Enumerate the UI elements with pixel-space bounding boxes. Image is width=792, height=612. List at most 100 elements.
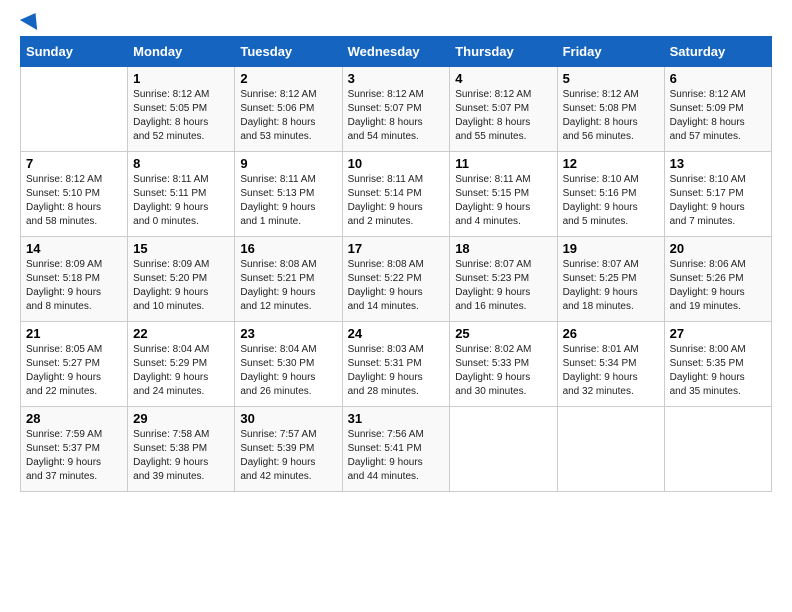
day-number: 4 xyxy=(455,71,551,86)
cell-1-5: 12 Sunrise: 8:10 AM Sunset: 5:16 PM Dayli… xyxy=(557,152,664,237)
day-number: 20 xyxy=(670,241,766,256)
header-sunday: Sunday xyxy=(21,37,128,67)
day-number: 6 xyxy=(670,71,766,86)
cell-1-2: 9 Sunrise: 8:11 AM Sunset: 5:13 PM Daylig… xyxy=(235,152,342,237)
day-number: 18 xyxy=(455,241,551,256)
cell-0-5: 5 Sunrise: 8:12 AM Sunset: 5:08 PM Daylig… xyxy=(557,67,664,152)
week-row-5: 28 Sunrise: 7:59 AM Sunset: 5:37 PM Dayli… xyxy=(21,407,772,492)
cell-0-4: 4 Sunrise: 8:12 AM Sunset: 5:07 PM Daylig… xyxy=(450,67,557,152)
cell-2-2: 16 Sunrise: 8:08 AM Sunset: 5:21 PM Dayli… xyxy=(235,237,342,322)
day-info: Sunrise: 8:12 AM Sunset: 5:07 PM Dayligh… xyxy=(348,88,445,144)
day-info: Sunrise: 8:10 AM Sunset: 5:17 PM Dayligh… xyxy=(670,173,766,229)
day-number: 12 xyxy=(563,156,659,171)
cell-3-3: 24 Sunrise: 8:03 AM Sunset: 5:31 PM Dayli… xyxy=(342,322,450,407)
day-info: Sunrise: 8:12 AM Sunset: 5:05 PM Dayligh… xyxy=(133,88,229,144)
cell-3-4: 25 Sunrise: 8:02 AM Sunset: 5:33 PM Dayli… xyxy=(450,322,557,407)
day-info: Sunrise: 7:57 AM Sunset: 5:39 PM Dayligh… xyxy=(240,428,336,484)
day-info: Sunrise: 8:00 AM Sunset: 5:35 PM Dayligh… xyxy=(670,343,766,399)
day-number: 7 xyxy=(26,156,122,171)
day-info: Sunrise: 8:12 AM Sunset: 5:10 PM Dayligh… xyxy=(26,173,122,229)
day-info: Sunrise: 7:56 AM Sunset: 5:41 PM Dayligh… xyxy=(348,428,445,484)
day-number: 25 xyxy=(455,326,551,341)
day-number: 19 xyxy=(563,241,659,256)
logo xyxy=(20,20,42,26)
day-info: Sunrise: 8:07 AM Sunset: 5:25 PM Dayligh… xyxy=(563,258,659,314)
cell-0-6: 6 Sunrise: 8:12 AM Sunset: 5:09 PM Daylig… xyxy=(664,67,771,152)
day-info: Sunrise: 8:10 AM Sunset: 5:16 PM Dayligh… xyxy=(563,173,659,229)
page-header xyxy=(20,20,772,26)
day-info: Sunrise: 8:06 AM Sunset: 5:26 PM Dayligh… xyxy=(670,258,766,314)
cell-3-0: 21Sunrise: 8:05 AM Sunset: 5:27 PM Dayli… xyxy=(21,322,128,407)
day-number: 26 xyxy=(563,326,659,341)
day-number: 16 xyxy=(240,241,336,256)
cell-4-1: 29 Sunrise: 7:58 AM Sunset: 5:38 PM Dayli… xyxy=(128,407,235,492)
cell-1-1: 8 Sunrise: 8:11 AM Sunset: 5:11 PM Daylig… xyxy=(128,152,235,237)
cell-2-5: 19 Sunrise: 8:07 AM Sunset: 5:25 PM Dayli… xyxy=(557,237,664,322)
cell-2-1: 15 Sunrise: 8:09 AM Sunset: 5:20 PM Dayli… xyxy=(128,237,235,322)
cell-3-1: 22 Sunrise: 8:04 AM Sunset: 5:29 PM Dayli… xyxy=(128,322,235,407)
cell-3-6: 27 Sunrise: 8:00 AM Sunset: 5:35 PM Dayli… xyxy=(664,322,771,407)
week-row-4: 21Sunrise: 8:05 AM Sunset: 5:27 PM Dayli… xyxy=(21,322,772,407)
day-number: 29 xyxy=(133,411,229,426)
day-number: 9 xyxy=(240,156,336,171)
day-info: Sunrise: 8:12 AM Sunset: 5:07 PM Dayligh… xyxy=(455,88,551,144)
day-info: Sunrise: 8:11 AM Sunset: 5:14 PM Dayligh… xyxy=(348,173,445,229)
cell-2-3: 17 Sunrise: 8:08 AM Sunset: 5:22 PM Dayli… xyxy=(342,237,450,322)
cell-0-2: 2Sunrise: 8:12 AM Sunset: 5:06 PM Daylig… xyxy=(235,67,342,152)
calendar-header-row: SundayMondayTuesdayWednesdayThursdayFrid… xyxy=(21,37,772,67)
week-row-3: 14 Sunrise: 8:09 AM Sunset: 5:18 PM Dayli… xyxy=(21,237,772,322)
day-info: Sunrise: 8:03 AM Sunset: 5:31 PM Dayligh… xyxy=(348,343,445,399)
cell-4-0: 28 Sunrise: 7:59 AM Sunset: 5:37 PM Dayli… xyxy=(21,407,128,492)
header-tuesday: Tuesday xyxy=(235,37,342,67)
day-number: 17 xyxy=(348,241,445,256)
day-number: 22 xyxy=(133,326,229,341)
day-info: Sunrise: 8:04 AM Sunset: 5:29 PM Dayligh… xyxy=(133,343,229,399)
header-thursday: Thursday xyxy=(450,37,557,67)
cell-1-6: 13 Sunrise: 8:10 AM Sunset: 5:17 PM Dayli… xyxy=(664,152,771,237)
day-info: Sunrise: 8:12 AM Sunset: 5:09 PM Dayligh… xyxy=(670,88,766,144)
day-number: 28 xyxy=(26,411,122,426)
cell-0-0 xyxy=(21,67,128,152)
cell-2-0: 14 Sunrise: 8:09 AM Sunset: 5:18 PM Dayli… xyxy=(21,237,128,322)
day-number: 24 xyxy=(348,326,445,341)
cell-4-3: 31Sunrise: 7:56 AM Sunset: 5:41 PM Dayli… xyxy=(342,407,450,492)
day-number: 3 xyxy=(348,71,445,86)
day-info: Sunrise: 8:11 AM Sunset: 5:11 PM Dayligh… xyxy=(133,173,229,229)
day-info: Sunrise: 8:02 AM Sunset: 5:33 PM Dayligh… xyxy=(455,343,551,399)
day-info: Sunrise: 7:59 AM Sunset: 5:37 PM Dayligh… xyxy=(26,428,122,484)
cell-1-3: 10Sunrise: 8:11 AM Sunset: 5:14 PM Dayli… xyxy=(342,152,450,237)
day-number: 14 xyxy=(26,241,122,256)
day-info: Sunrise: 8:04 AM Sunset: 5:30 PM Dayligh… xyxy=(240,343,336,399)
cell-3-5: 26 Sunrise: 8:01 AM Sunset: 5:34 PM Dayli… xyxy=(557,322,664,407)
day-info: Sunrise: 8:11 AM Sunset: 5:13 PM Dayligh… xyxy=(240,173,336,229)
day-number: 27 xyxy=(670,326,766,341)
day-info: Sunrise: 8:12 AM Sunset: 5:08 PM Dayligh… xyxy=(563,88,659,144)
day-info: Sunrise: 8:08 AM Sunset: 5:21 PM Dayligh… xyxy=(240,258,336,314)
day-number: 15 xyxy=(133,241,229,256)
day-number: 1 xyxy=(133,71,229,86)
cell-1-0: 7 Sunrise: 8:12 AM Sunset: 5:10 PM Daylig… xyxy=(21,152,128,237)
cell-4-5 xyxy=(557,407,664,492)
cell-3-2: 23Sunrise: 8:04 AM Sunset: 5:30 PM Dayli… xyxy=(235,322,342,407)
day-info: Sunrise: 8:05 AM Sunset: 5:27 PM Dayligh… xyxy=(26,343,122,399)
cell-2-4: 18Sunrise: 8:07 AM Sunset: 5:23 PM Dayli… xyxy=(450,237,557,322)
day-info: Sunrise: 8:08 AM Sunset: 5:22 PM Dayligh… xyxy=(348,258,445,314)
day-info: Sunrise: 8:09 AM Sunset: 5:18 PM Dayligh… xyxy=(26,258,122,314)
day-number: 5 xyxy=(563,71,659,86)
day-number: 13 xyxy=(670,156,766,171)
day-number: 8 xyxy=(133,156,229,171)
week-row-1: 1 Sunrise: 8:12 AM Sunset: 5:05 PM Daylig… xyxy=(21,67,772,152)
week-row-2: 7 Sunrise: 8:12 AM Sunset: 5:10 PM Daylig… xyxy=(21,152,772,237)
cell-2-6: 20 Sunrise: 8:06 AM Sunset: 5:26 PM Dayli… xyxy=(664,237,771,322)
day-info: Sunrise: 8:11 AM Sunset: 5:15 PM Dayligh… xyxy=(455,173,551,229)
header-friday: Friday xyxy=(557,37,664,67)
day-number: 30 xyxy=(240,411,336,426)
day-info: Sunrise: 7:58 AM Sunset: 5:38 PM Dayligh… xyxy=(133,428,229,484)
day-info: Sunrise: 8:12 AM Sunset: 5:06 PM Dayligh… xyxy=(240,88,336,144)
header-monday: Monday xyxy=(128,37,235,67)
day-info: Sunrise: 8:01 AM Sunset: 5:34 PM Dayligh… xyxy=(563,343,659,399)
day-info: Sunrise: 8:09 AM Sunset: 5:20 PM Dayligh… xyxy=(133,258,229,314)
day-number: 11 xyxy=(455,156,551,171)
cell-4-2: 30 Sunrise: 7:57 AM Sunset: 5:39 PM Dayli… xyxy=(235,407,342,492)
cell-4-6 xyxy=(664,407,771,492)
